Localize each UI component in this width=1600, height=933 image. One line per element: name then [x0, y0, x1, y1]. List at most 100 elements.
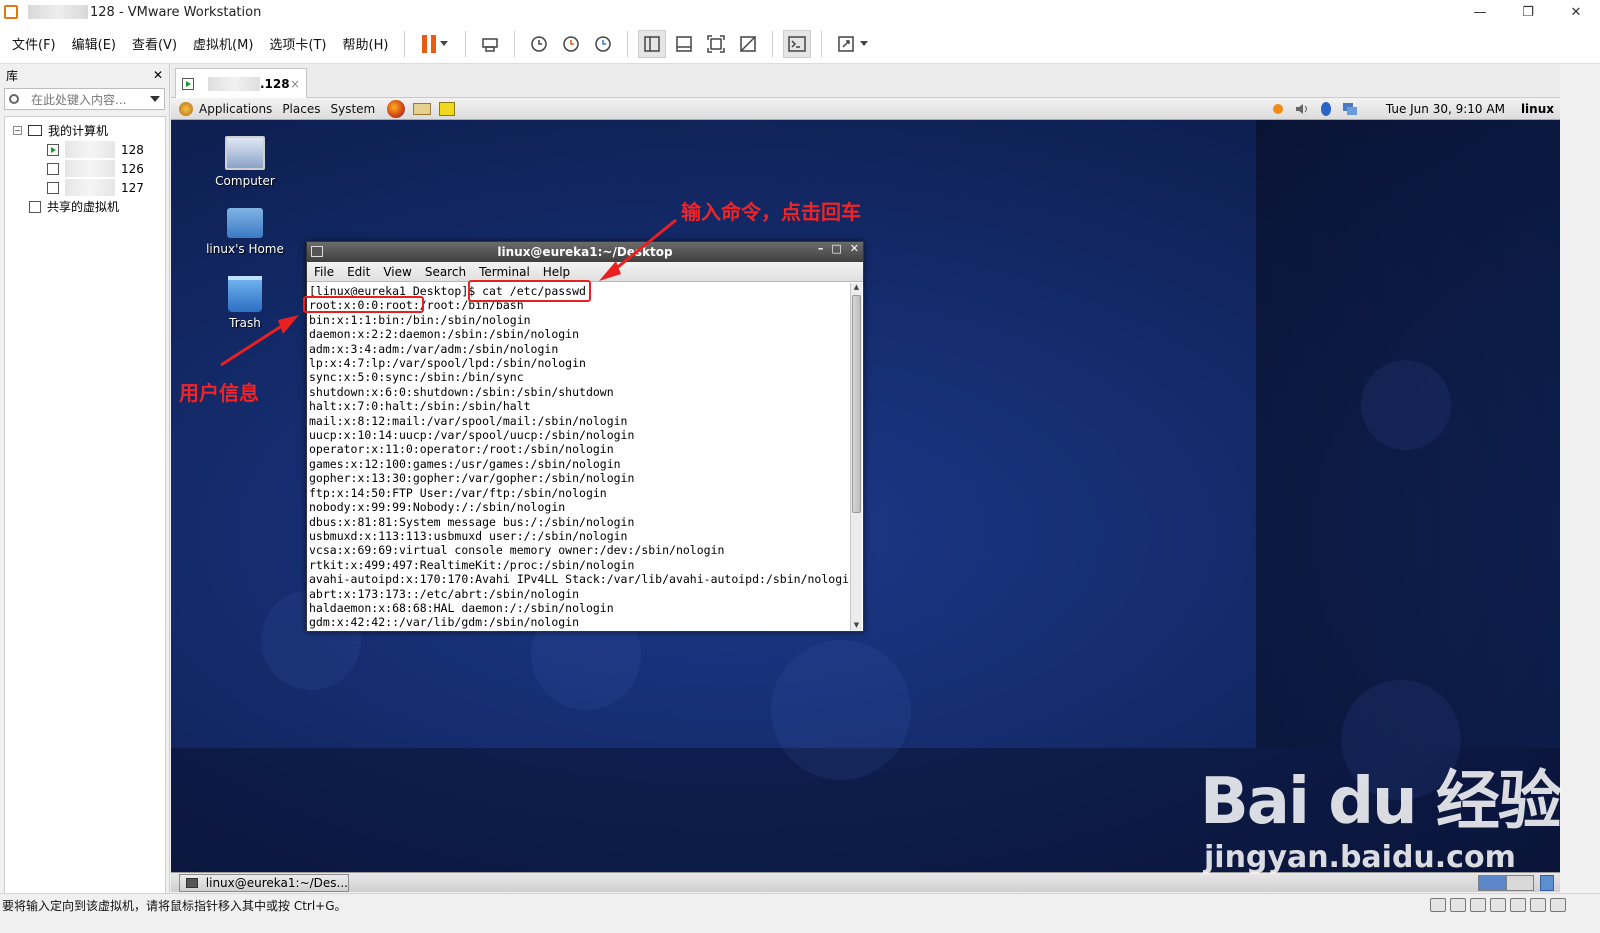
terminal-maximize-button[interactable]: □	[831, 242, 841, 255]
snapshot-button[interactable]	[525, 30, 553, 58]
fullscreen-icon	[707, 34, 726, 53]
tab-vm-128[interactable]: .128 ×	[175, 68, 307, 98]
network-adapter-icon[interactable]	[1470, 898, 1486, 912]
close-button[interactable]: ✕	[1552, 0, 1600, 24]
scrollbar-thumb[interactable]	[852, 295, 861, 513]
terminal-menu-search[interactable]: Search	[425, 265, 466, 279]
desktop-icon-trash[interactable]: Trash	[200, 276, 290, 330]
menu-file[interactable]: 文件(F)	[4, 34, 64, 53]
guest-top-panel: Applications Places System Tue Jun 30, 9…	[171, 98, 1560, 120]
terminal-output-line: sync:x:5:0:sync:/sbin:/bin/sync	[309, 370, 524, 385]
workspace-2[interactable]	[1506, 875, 1534, 891]
annotation-command-text: 输入命令，点击回车	[681, 200, 861, 224]
terminal-title: linux@eureka1:~/Desktop	[497, 245, 673, 259]
terminal-output-line: vcsa:x:69:69:virtual console memory owne…	[309, 543, 725, 558]
snapshot-manager-button[interactable]	[589, 30, 617, 58]
unity-icon	[740, 35, 757, 52]
network-icon[interactable]	[1342, 101, 1358, 117]
vm-running-icon	[182, 77, 194, 90]
terminal-menu-terminal[interactable]: Terminal	[479, 265, 530, 279]
search-placeholder: 在此处键入内容...	[31, 92, 127, 107]
revert-clock-icon	[563, 35, 580, 52]
toolbar-separator	[514, 30, 516, 57]
desktop-icon-home[interactable]: linux's Home	[200, 208, 290, 256]
send-ctrl-alt-del-button[interactable]	[476, 30, 504, 58]
tree-item-vm[interactable]: 126	[5, 159, 165, 178]
show-library-button[interactable]	[638, 29, 667, 58]
pause-icon	[422, 34, 437, 53]
menu-view[interactable]: 查看(V)	[124, 34, 185, 53]
tree-item-my-computer[interactable]: − 我的计算机	[5, 121, 165, 140]
window-title: 128 - VMware Workstation	[90, 4, 262, 20]
terminal-menu-file[interactable]: File	[314, 265, 334, 279]
pause-button[interactable]	[415, 30, 455, 58]
hard-disk-icon[interactable]	[1430, 898, 1446, 912]
redacted-tab-name	[208, 76, 260, 91]
menu-tabs[interactable]: 选项卡(T)	[261, 34, 334, 53]
toolbar-separator	[404, 30, 406, 57]
update-sun-icon[interactable]	[1270, 101, 1286, 117]
terminal-minimize-button[interactable]: –	[818, 242, 824, 255]
terminal-titlebar[interactable]: linux@eureka1:~/Desktop – □ ✕	[307, 242, 863, 262]
workspace-switcher[interactable]	[1478, 875, 1554, 891]
vm-icon	[47, 162, 59, 175]
tree-label: 127	[121, 180, 144, 195]
maximize-button[interactable]: ❐	[1504, 0, 1552, 24]
show-thumbnail-bar-button[interactable]	[670, 30, 698, 58]
tree-item-shared-vms[interactable]: 共享的虚拟机	[5, 197, 165, 216]
menu-vm[interactable]: 虚拟机(M)	[185, 34, 261, 53]
note-icon[interactable]	[439, 101, 456, 116]
terminal-menu-view[interactable]: View	[383, 265, 411, 279]
volume-icon[interactable]	[1294, 101, 1310, 117]
minimize-button[interactable]: —	[1456, 0, 1504, 24]
trash-icon[interactable]	[1540, 875, 1554, 891]
menu-edit[interactable]: 编辑(E)	[64, 34, 124, 53]
sound-icon[interactable]	[1510, 898, 1526, 912]
menu-help[interactable]: 帮助(H)	[335, 34, 397, 53]
system-menu[interactable]: System	[330, 102, 375, 116]
unity-button[interactable]	[734, 30, 762, 58]
message-icon[interactable]	[1550, 898, 1566, 912]
console-view-button[interactable]	[783, 29, 812, 58]
toolbar-separator	[772, 30, 774, 57]
annotation-userinfo-text: 用户信息	[179, 381, 259, 405]
stretch-guest-button[interactable]	[832, 30, 872, 58]
terminal-menu-edit[interactable]: Edit	[347, 265, 370, 279]
tab-close-button[interactable]: ×	[290, 77, 300, 91]
taskbar-terminal-button[interactable]: linux@eureka1:~/Des...	[179, 874, 349, 892]
scroll-up-icon[interactable]: ▲	[851, 283, 862, 293]
scroll-down-icon[interactable]: ▼	[851, 621, 862, 631]
camera-icon[interactable]	[1530, 898, 1546, 912]
guest-desktop[interactable]: Computer linux's Home Trash linux@eureka…	[171, 120, 1560, 872]
tree-item-vm[interactable]: 127	[5, 178, 165, 197]
applications-menu[interactable]: Applications	[199, 102, 272, 116]
library-title: 库	[6, 68, 19, 83]
redacted-vm-name	[65, 141, 115, 158]
firefox-icon[interactable]	[387, 99, 406, 118]
printer-icon[interactable]	[1490, 898, 1506, 912]
terminal-close-button[interactable]: ✕	[850, 242, 859, 255]
places-menu[interactable]: Places	[282, 102, 320, 116]
panel-user[interactable]: linux	[1521, 102, 1554, 116]
desktop-icon-computer[interactable]: Computer	[200, 136, 290, 188]
tree-label: 128	[121, 142, 144, 157]
mail-icon[interactable]	[413, 102, 432, 115]
revert-snapshot-button[interactable]	[557, 30, 585, 58]
chevron-down-icon[interactable]	[150, 96, 160, 102]
toolbar-separator	[465, 30, 467, 57]
desktop-icon-label: Trash	[229, 316, 261, 330]
cd-rom-icon[interactable]	[1450, 898, 1466, 912]
terminal-menu-help[interactable]: Help	[543, 265, 570, 279]
full-screen-button[interactable]	[702, 30, 730, 58]
terminal-scrollbar[interactable]: ▲ ▼	[850, 283, 862, 631]
collapse-icon[interactable]: −	[13, 126, 22, 135]
terminal-output[interactable]: [linux@eureka1 Desktop]$ cat /etc/passwd…	[307, 282, 850, 631]
annotation-userinfo-box	[303, 296, 424, 313]
panel-clock[interactable]: Tue Jun 30, 9:10 AM	[1386, 102, 1505, 116]
library-close-button[interactable]: ✕	[153, 68, 163, 82]
tree-item-vm[interactable]: 128	[5, 140, 165, 159]
workspace-1[interactable]	[1478, 875, 1506, 891]
library-tree: − 我的计算机 128 126 127 共享的虚拟机	[4, 116, 166, 902]
bluetooth-icon[interactable]	[1318, 101, 1334, 117]
library-search-input[interactable]: 在此处键入内容...	[4, 88, 165, 110]
